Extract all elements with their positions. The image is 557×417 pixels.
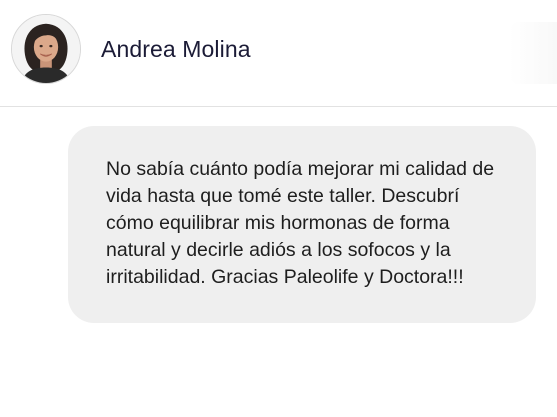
contact-name: Andrea Molina	[101, 36, 251, 62]
person-avatar-icon	[12, 15, 80, 83]
chat-header: Andrea Molina	[0, 0, 557, 107]
message-text: No sabía cuánto podía mejorar mi calidad…	[106, 158, 495, 288]
header-action-area	[509, 22, 557, 84]
contact-avatar[interactable]	[11, 14, 81, 84]
message-bubble: No sabía cuánto podía mejorar mi calidad…	[68, 126, 536, 323]
